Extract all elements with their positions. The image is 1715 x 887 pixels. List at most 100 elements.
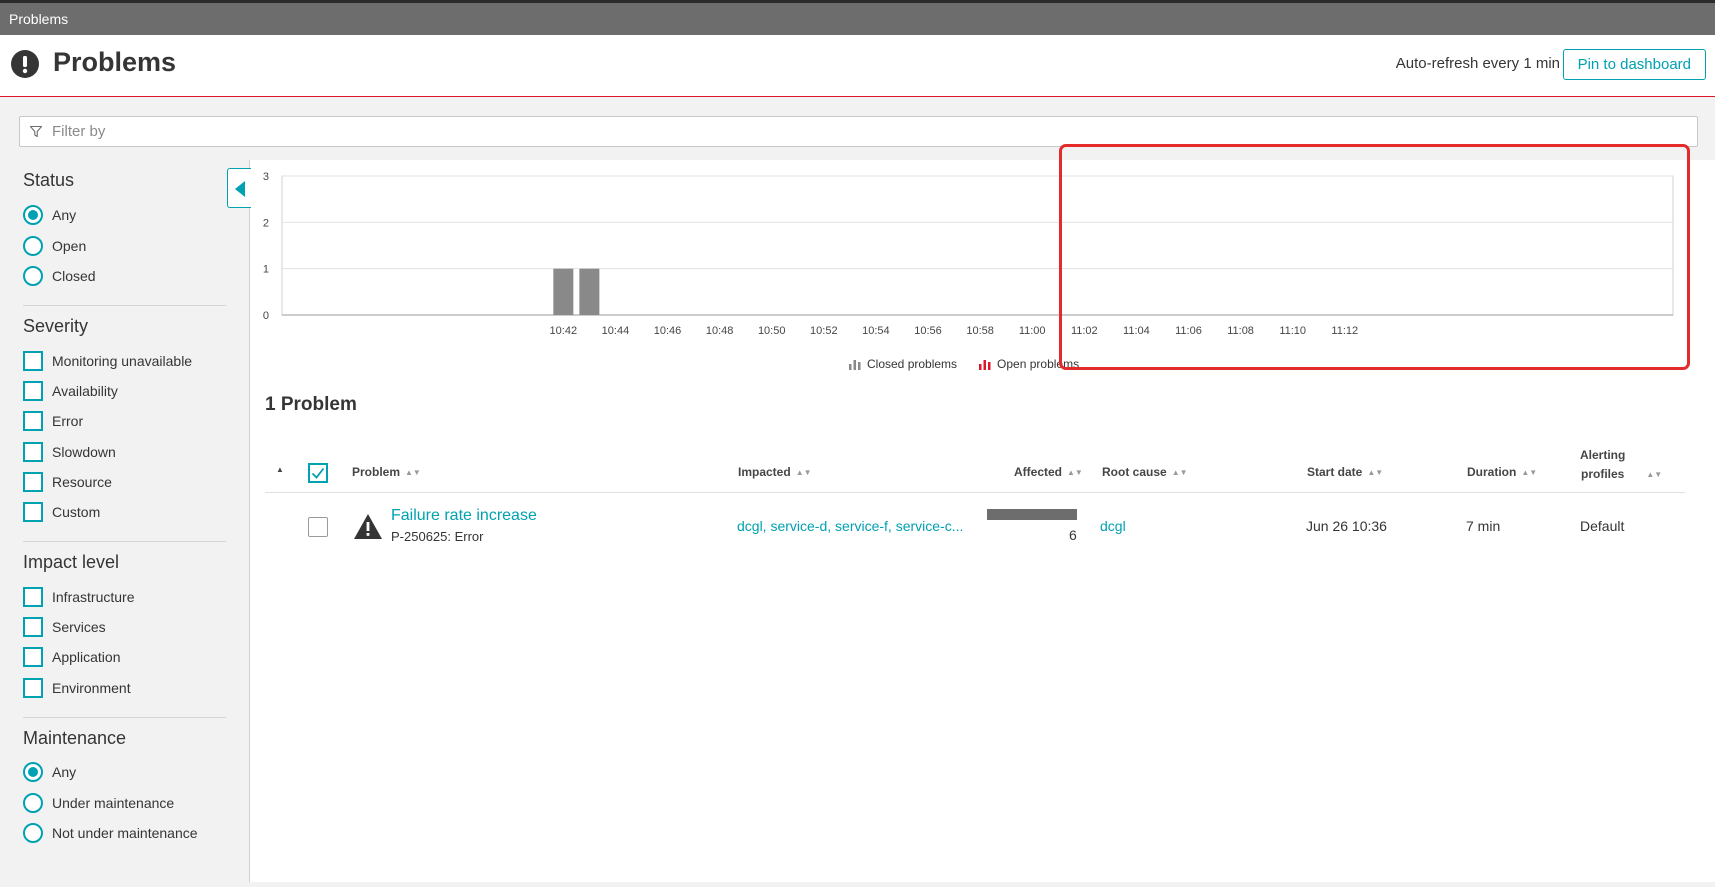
divider xyxy=(23,305,226,306)
sort-icon: ▲▼ xyxy=(1367,467,1384,477)
x-tick-label: 10:54 xyxy=(862,325,890,337)
sort-icon: ▲▼ xyxy=(1521,467,1538,477)
severity-option-slowdown[interactable]: Slowdown xyxy=(23,441,116,463)
severity-title: Severity xyxy=(23,316,89,336)
checkbox[interactable] xyxy=(23,351,43,371)
x-tick-label: 10:48 xyxy=(706,325,734,337)
divider xyxy=(23,541,226,542)
filter-input[interactable]: Filter by xyxy=(19,116,1698,147)
option-label: Availability xyxy=(52,383,118,399)
maintenance-title: Maintenance xyxy=(23,728,127,748)
alerting-profile: Default xyxy=(1580,518,1625,534)
option-label: Open xyxy=(52,238,87,254)
option-label: Under maintenance xyxy=(52,795,175,811)
problem-title-link[interactable]: Failure rate increase xyxy=(391,507,537,525)
impact-level-title: Impact level xyxy=(23,552,120,572)
legend-closed-problems[interactable]: Closed problems xyxy=(849,357,957,371)
severity-option-resource[interactable]: Resource xyxy=(23,471,112,493)
x-tick-label: 10:42 xyxy=(550,325,578,337)
checkbox[interactable] xyxy=(23,502,43,522)
chevron-left-icon xyxy=(235,181,245,197)
severity-option-availability[interactable]: Availability xyxy=(23,380,118,402)
pin-to-dashboard-button[interactable]: Pin to dashboard xyxy=(1562,49,1706,80)
option-label: Any xyxy=(52,764,77,780)
problem-id: P-250625: Error xyxy=(391,529,484,544)
checkbox[interactable] xyxy=(23,442,43,462)
column-impacted[interactable]: Impacted ▲▼ xyxy=(738,465,812,479)
column-duration[interactable]: Duration ▲▼ xyxy=(1467,465,1537,479)
checkmark-icon xyxy=(311,467,325,479)
select-all-checkbox[interactable] xyxy=(308,463,328,483)
option-label: Custom xyxy=(52,504,101,520)
severity-option-custom[interactable]: Custom xyxy=(23,501,100,523)
maintenance-option-any[interactable]: Any xyxy=(23,761,76,783)
x-tick-label: 10:46 xyxy=(654,325,682,337)
severity-option-monitoring-unavailable[interactable]: Monitoring unavailable xyxy=(23,350,192,372)
alert-icon xyxy=(11,50,39,78)
y-tick-label: 3 xyxy=(263,171,269,183)
impact-option-services[interactable]: Services xyxy=(23,616,106,638)
column-label: Impacted xyxy=(738,465,791,479)
bar-chart-icon xyxy=(849,359,861,370)
column-alerting-profiles[interactable]: Alerting profiles ▲▼ xyxy=(1580,445,1662,484)
radio-checked[interactable] xyxy=(23,205,43,225)
collapse-sidebar-button[interactable] xyxy=(227,168,251,208)
x-tick-label: 11:00 xyxy=(1019,325,1046,337)
impact-option-infrastructure[interactable]: Infrastructure xyxy=(23,586,134,608)
option-label: Any xyxy=(52,207,77,223)
checkbox[interactable] xyxy=(23,472,43,492)
sort-icon: ▲▼ xyxy=(405,467,421,477)
option-label: Closed xyxy=(52,268,96,284)
radio-unchecked[interactable] xyxy=(23,236,43,256)
column-problem[interactable]: Problem ▲▼ xyxy=(352,465,421,479)
column-label: Start date xyxy=(1307,465,1363,479)
highlight-box xyxy=(1059,144,1690,370)
option-label: Monitoring unavailable xyxy=(52,353,193,369)
chart-legend: Closed problems Open problems xyxy=(849,357,1079,371)
impact-option-environment[interactable]: Environment xyxy=(23,677,131,699)
column-root-cause[interactable]: Root cause ▲▼ xyxy=(1102,465,1188,479)
option-label: Slowdown xyxy=(52,444,116,460)
auto-refresh-label: Auto-refresh every 1 min xyxy=(1395,55,1560,72)
severity-option-error[interactable]: Error xyxy=(23,410,83,432)
maintenance-option-not-under[interactable]: Not under maintenance xyxy=(23,822,198,844)
affected-bar xyxy=(987,509,1077,520)
radio-unchecked[interactable] xyxy=(23,823,43,843)
radio-unchecked[interactable] xyxy=(23,266,43,286)
column-affected[interactable]: Affected ▲▼ xyxy=(1014,465,1083,479)
checkbox[interactable] xyxy=(23,587,43,607)
row-checkbox[interactable] xyxy=(308,517,328,537)
sort-icon: ▲▼ xyxy=(1171,467,1188,477)
page-title: Problems xyxy=(53,47,177,77)
column-label-stack: Alerting profiles xyxy=(1580,446,1625,484)
status-option-closed[interactable]: Closed xyxy=(23,265,96,287)
header-divider xyxy=(265,492,1685,493)
status-option-any[interactable]: Any xyxy=(23,204,76,226)
bar-chart-icon xyxy=(979,359,991,370)
sort-all-icon[interactable]: ▲ xyxy=(276,465,284,474)
radio-unchecked[interactable] xyxy=(23,793,43,813)
status-option-open[interactable]: Open xyxy=(23,235,86,257)
x-tick-label: 10:56 xyxy=(914,325,942,337)
option-label: Resource xyxy=(52,474,112,490)
checkbox[interactable] xyxy=(23,647,43,667)
radio-checked[interactable] xyxy=(23,762,43,782)
checkbox[interactable] xyxy=(23,411,43,431)
impacted-entities-link[interactable]: dcgl, service-d, service-f, service-c... xyxy=(737,518,963,534)
filter-icon xyxy=(30,126,42,137)
column-label: Duration xyxy=(1467,465,1517,479)
column-label: Alerting xyxy=(1580,447,1626,462)
maintenance-option-under[interactable]: Under maintenance xyxy=(23,792,174,814)
checkbox[interactable] xyxy=(23,678,43,698)
y-tick-label: 0 xyxy=(263,310,269,322)
window-title-bar: Problems xyxy=(0,0,1715,35)
chart-bar xyxy=(579,268,600,315)
option-label: Services xyxy=(52,619,106,635)
window-title: Problems xyxy=(9,11,69,27)
root-cause-link[interactable]: dcgl xyxy=(1100,518,1126,534)
checkbox[interactable] xyxy=(23,617,43,637)
impact-option-application[interactable]: Application xyxy=(23,646,121,668)
column-start-date[interactable]: Start date ▲▼ xyxy=(1307,465,1383,479)
checkbox[interactable] xyxy=(23,381,43,401)
y-tick-label: 1 xyxy=(263,264,269,276)
